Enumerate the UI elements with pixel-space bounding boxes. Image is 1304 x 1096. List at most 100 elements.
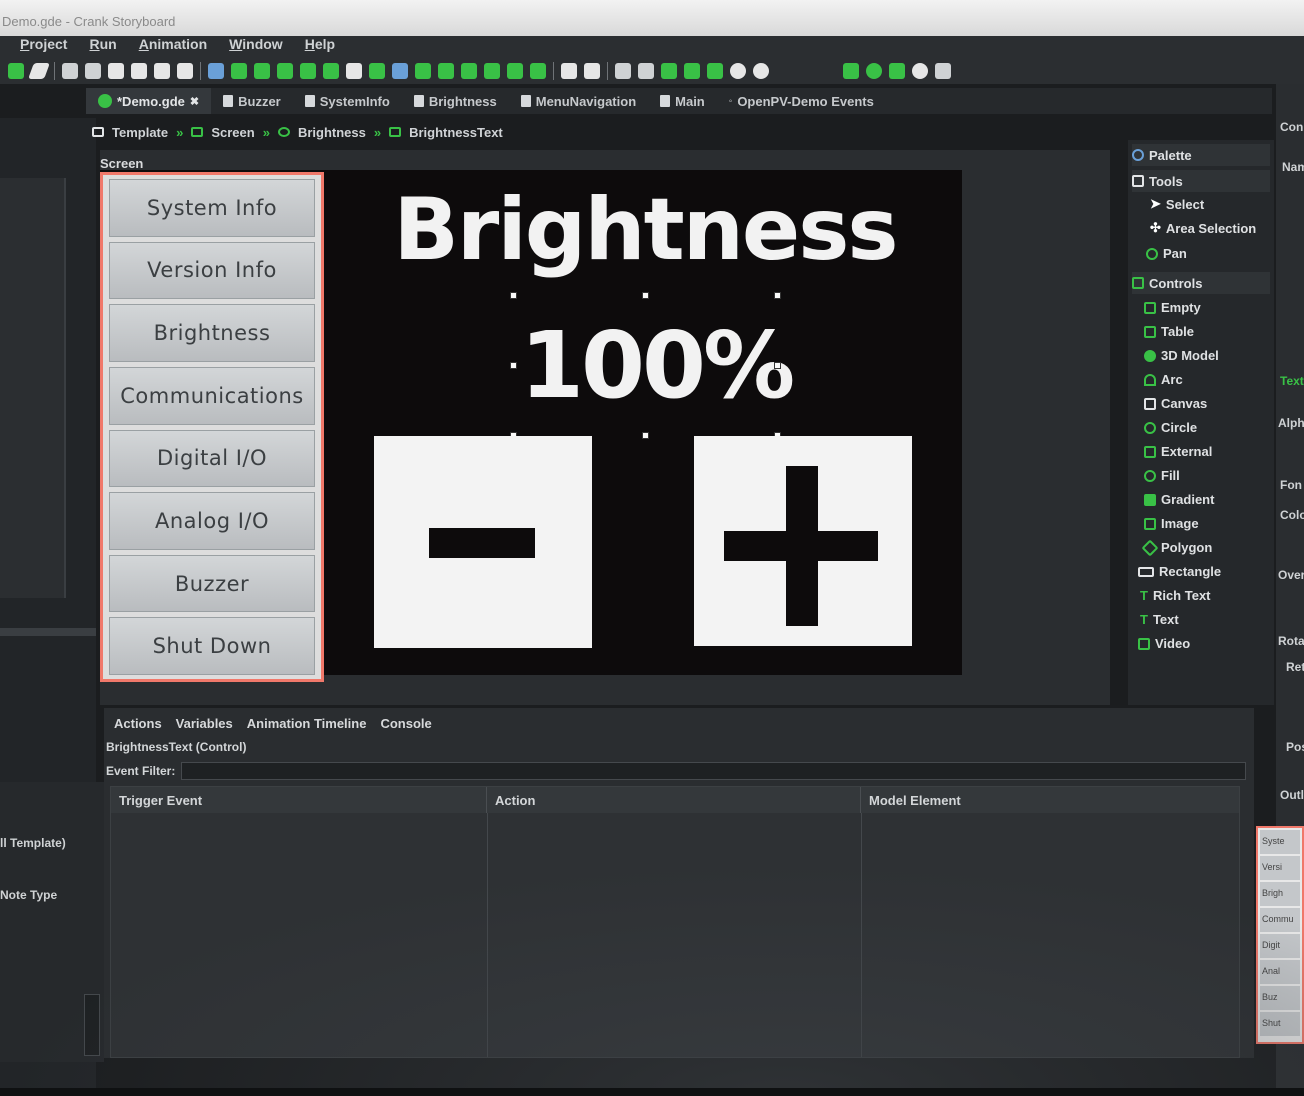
column-header-model-element[interactable]: Model Element: [861, 787, 1239, 813]
control-gradient[interactable]: Gradient: [1144, 492, 1214, 507]
close-icon[interactable]: ✖: [190, 95, 199, 108]
snapshot-icon[interactable]: [707, 63, 723, 79]
control-circle[interactable]: Circle: [1144, 420, 1197, 435]
menu-button-shut-down[interactable]: Shut Down: [109, 617, 315, 675]
device-icon[interactable]: [638, 63, 654, 79]
tab-openpv-demo-events[interactable]: ◦ OpenPV-Demo Events: [717, 88, 886, 114]
tab-brightness[interactable]: Brightness: [402, 88, 509, 114]
breadcrumb-brightnesstext[interactable]: BrightnessText: [409, 125, 503, 140]
control-arc[interactable]: Arc: [1144, 372, 1183, 387]
tab-systeminfo[interactable]: SystemInfo: [293, 88, 402, 114]
menu-button-system-info[interactable]: System Info: [109, 179, 315, 237]
control-table[interactable]: Table: [1144, 324, 1194, 339]
breadcrumb-screen[interactable]: Screen: [211, 125, 254, 140]
monitor-icon[interactable]: [323, 63, 339, 79]
column-header-action[interactable]: Action: [487, 787, 861, 813]
actions-table[interactable]: Trigger Event Action Model Element: [110, 786, 1240, 1058]
tool-area-selection[interactable]: ✣ Area Selection: [1150, 220, 1256, 236]
simulator-icon[interactable]: [615, 63, 631, 79]
control-text[interactable]: T Text: [1140, 612, 1179, 627]
control-empty[interactable]: Empty: [1144, 300, 1201, 315]
tab-menunavigation[interactable]: MenuNavigation: [509, 88, 648, 114]
circle-icon[interactable]: [912, 63, 928, 79]
event-filter-input[interactable]: [181, 762, 1246, 780]
tool-pan[interactable]: Pan: [1146, 246, 1187, 261]
column-header-trigger-event[interactable]: Trigger Event: [111, 787, 487, 813]
tab-demo-gde[interactable]: *Demo.gde ✖: [86, 88, 212, 114]
menu-navigation-layer[interactable]: System Info Version Info Brightness Comm…: [100, 172, 324, 682]
forward-icon[interactable]: [177, 63, 193, 79]
tool-select[interactable]: ➤ Select: [1150, 196, 1204, 212]
control-external[interactable]: External: [1144, 444, 1212, 459]
export-icon[interactable]: [85, 63, 101, 79]
zoom-out-icon[interactable]: [753, 63, 769, 79]
menu-help[interactable]: Help: [305, 36, 335, 58]
selection-handle[interactable]: [510, 362, 517, 369]
note-type-header[interactable]: Note Type: [0, 888, 57, 902]
undo-icon[interactable]: [108, 63, 124, 79]
group-icon[interactable]: [254, 63, 270, 79]
menu-project[interactable]: Project: [20, 36, 67, 58]
align-center-icon[interactable]: [438, 63, 454, 79]
brightness-increase-button[interactable]: [694, 436, 912, 646]
align-top-icon[interactable]: [484, 63, 500, 79]
tab-actions[interactable]: Actions: [114, 716, 162, 731]
tab-console[interactable]: Console: [380, 716, 431, 731]
tag-icon[interactable]: [843, 63, 859, 79]
tab-variables[interactable]: Variables: [176, 716, 233, 731]
selected-tool-icon[interactable]: [392, 63, 408, 79]
menu-button-brightness[interactable]: Brightness: [109, 304, 315, 362]
control-3d-model[interactable]: 3D Model: [1144, 348, 1219, 363]
menu-animation[interactable]: Animation: [139, 36, 207, 58]
save-icon[interactable]: [62, 63, 78, 79]
menu-run[interactable]: Run: [89, 36, 116, 58]
brightness-title[interactable]: Brightness: [380, 180, 910, 280]
selection-handle[interactable]: [774, 292, 781, 299]
align-bottom-icon[interactable]: [530, 63, 546, 79]
brightness-decrease-button[interactable]: [374, 436, 592, 648]
zoom-in-icon[interactable]: [730, 63, 746, 79]
window-icon[interactable]: [935, 63, 951, 79]
menu-button-analog-io[interactable]: Analog I/O: [109, 492, 315, 550]
selection-handle[interactable]: [510, 292, 517, 299]
menu-window[interactable]: Window: [229, 36, 283, 58]
selection-handle[interactable]: [642, 292, 649, 299]
tab-main[interactable]: Main: [648, 88, 717, 114]
align-right-icon[interactable]: [461, 63, 477, 79]
tab-buzzer[interactable]: Buzzer: [211, 88, 293, 114]
control-icon[interactable]: [277, 63, 293, 79]
layer-icon[interactable]: [231, 63, 247, 79]
menu-button-digital-io[interactable]: Digital I/O: [109, 429, 315, 488]
control-video[interactable]: Video: [1138, 636, 1190, 651]
breadcrumb-brightness[interactable]: Brightness: [298, 125, 366, 140]
layer-stack-icon[interactable]: [369, 63, 385, 79]
control-polygon[interactable]: Polygon: [1141, 539, 1212, 556]
align-middle-icon[interactable]: [507, 63, 523, 79]
brightness-text[interactable]: 100%: [520, 312, 795, 419]
tab-animation-timeline[interactable]: Animation Timeline: [247, 716, 367, 731]
back-icon[interactable]: [154, 63, 170, 79]
add-event-icon[interactable]: [300, 63, 316, 79]
link-icon[interactable]: [684, 63, 700, 79]
menu-button-communications[interactable]: Communications: [109, 366, 315, 425]
control-rich-text[interactable]: T Rich Text: [1140, 588, 1211, 603]
run-icon[interactable]: [866, 63, 882, 79]
paste-icon[interactable]: [584, 63, 600, 79]
menu-button-buzzer[interactable]: Buzzer: [109, 554, 315, 613]
breadcrumb-template[interactable]: Template: [112, 125, 168, 140]
palette-header[interactable]: Palette: [1132, 144, 1270, 166]
redo-icon[interactable]: [131, 63, 147, 79]
layout-icon[interactable]: [889, 63, 905, 79]
scrollbar[interactable]: [84, 994, 100, 1056]
control-fill[interactable]: Fill: [1144, 468, 1180, 483]
selection-handle[interactable]: [642, 432, 649, 439]
copy-icon[interactable]: [561, 63, 577, 79]
screen-icon[interactable]: [208, 63, 224, 79]
new-icon[interactable]: [8, 63, 24, 79]
explorer-tree[interactable]: [0, 178, 66, 598]
control-canvas[interactable]: Canvas: [1144, 396, 1207, 411]
menu-button-version-info[interactable]: Version Info: [109, 241, 315, 300]
grid-icon[interactable]: [661, 63, 677, 79]
controls-section[interactable]: Controls: [1132, 272, 1270, 294]
control-rectangle[interactable]: Rectangle: [1138, 564, 1221, 579]
